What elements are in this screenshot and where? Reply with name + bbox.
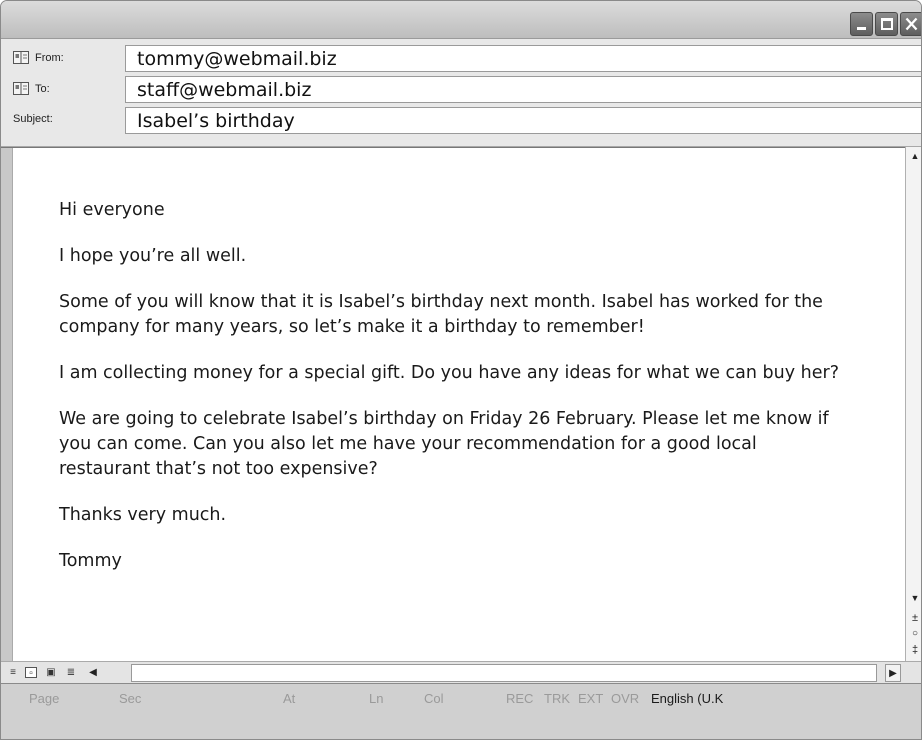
triangle-left-icon: ◀ [89, 667, 97, 678]
body-paragraph: I hope you’re all well. [59, 246, 247, 266]
from-field[interactable]: tommy@webmail.biz [125, 45, 921, 72]
status-column: Col [424, 691, 444, 706]
page-icon: ▣ [46, 667, 56, 678]
scroll-down-button[interactable]: ▼ [906, 589, 921, 607]
double-down-arrow-icon: ‡ [911, 644, 919, 656]
triangle-right-icon: ▶ [889, 668, 897, 679]
status-rec[interactable]: REC [506, 691, 533, 706]
status-line: Ln [369, 691, 384, 706]
scroll-left-button[interactable]: ◀ [85, 664, 101, 682]
status-ovr[interactable]: OVR [611, 691, 639, 706]
to-label-group: To: [13, 82, 50, 95]
left-ruler [1, 148, 13, 662]
next-page-button[interactable]: ‡ [906, 641, 921, 659]
scroll-up-button[interactable]: ▲ [906, 147, 921, 165]
web-layout-icon: ▫ [29, 668, 33, 679]
status-language[interactable]: English (U.K [651, 691, 723, 706]
address-book-icon[interactable] [13, 82, 29, 95]
horizontal-scroll-track[interactable] [131, 664, 877, 682]
message-body-editor[interactable]: Hi everyone I hope you’re all well. Some… [1, 147, 905, 662]
body-paragraph: Thanks very much. [59, 505, 227, 525]
body-paragraph: We are going to celebrate Isabel’s birth… [59, 409, 829, 479]
status-bar: Page Sec At Ln Col REC TRK EXT OVR Engli… [1, 683, 921, 739]
message-header: From: tommy@webmail.biz To: staff@webmai… [1, 39, 921, 147]
from-label: From: [35, 51, 64, 64]
outline-icon: ≣ [66, 667, 76, 678]
address-book-icon[interactable] [13, 51, 29, 64]
vertical-scrollbar[interactable]: ▲ ▼ ± ○ ‡ [905, 147, 921, 661]
outline-view-button[interactable]: ≣ [65, 667, 77, 678]
lines-icon: ≡ [10, 667, 16, 678]
body-paragraph: Some of you will know that it is Isabel’… [59, 292, 823, 337]
triangle-down-icon: ▼ [910, 593, 920, 603]
view-and-horizontal-scroll-bar: ≡ ▫ ▣ ≣ ◀ ▶ [1, 661, 921, 683]
minimize-icon [857, 27, 866, 30]
from-row: From: tommy@webmail.biz [1, 43, 921, 73]
body-paragraph: I am collecting money for a special gift… [59, 363, 839, 383]
status-page: Page [29, 691, 60, 706]
subject-label: Subject: [13, 113, 53, 125]
maximize-icon [881, 18, 893, 30]
status-at: At [283, 691, 296, 706]
print-layout-view-button[interactable]: ▣ [45, 667, 57, 678]
double-up-arrow-icon: ± [911, 612, 919, 624]
minimize-button[interactable] [850, 12, 873, 36]
body-paragraph: Hi everyone [59, 200, 165, 220]
subject-label-group: Subject: [13, 113, 53, 125]
circle-icon: ○ [911, 628, 919, 639]
maximize-button[interactable] [875, 12, 898, 36]
triangle-up-icon: ▲ [910, 151, 920, 161]
body-paragraph: Tommy [59, 551, 122, 571]
status-ext[interactable]: EXT [578, 691, 603, 706]
web-layout-view-button[interactable]: ▫ [25, 667, 37, 679]
from-label-group: From: [13, 51, 64, 64]
close-button[interactable] [900, 12, 921, 36]
title-bar [1, 1, 921, 39]
status-section: Sec [119, 691, 142, 706]
window-controls [850, 12, 921, 36]
subject-field[interactable]: Isabel’s birthday [125, 107, 921, 134]
scroll-right-button[interactable]: ▶ [885, 664, 901, 682]
message-body[interactable]: Hi everyone I hope you’re all well. Some… [59, 198, 849, 595]
to-field[interactable]: staff@webmail.biz [125, 76, 921, 103]
email-compose-window: From: tommy@webmail.biz To: staff@webmai… [0, 0, 922, 740]
close-icon [905, 17, 918, 31]
status-trk[interactable]: TRK [544, 691, 570, 706]
subject-row: Subject: Isabel’s birthday [1, 105, 921, 135]
to-label: To: [35, 82, 50, 95]
to-row: To: staff@webmail.biz [1, 74, 921, 104]
normal-view-button[interactable]: ≡ [7, 667, 19, 678]
